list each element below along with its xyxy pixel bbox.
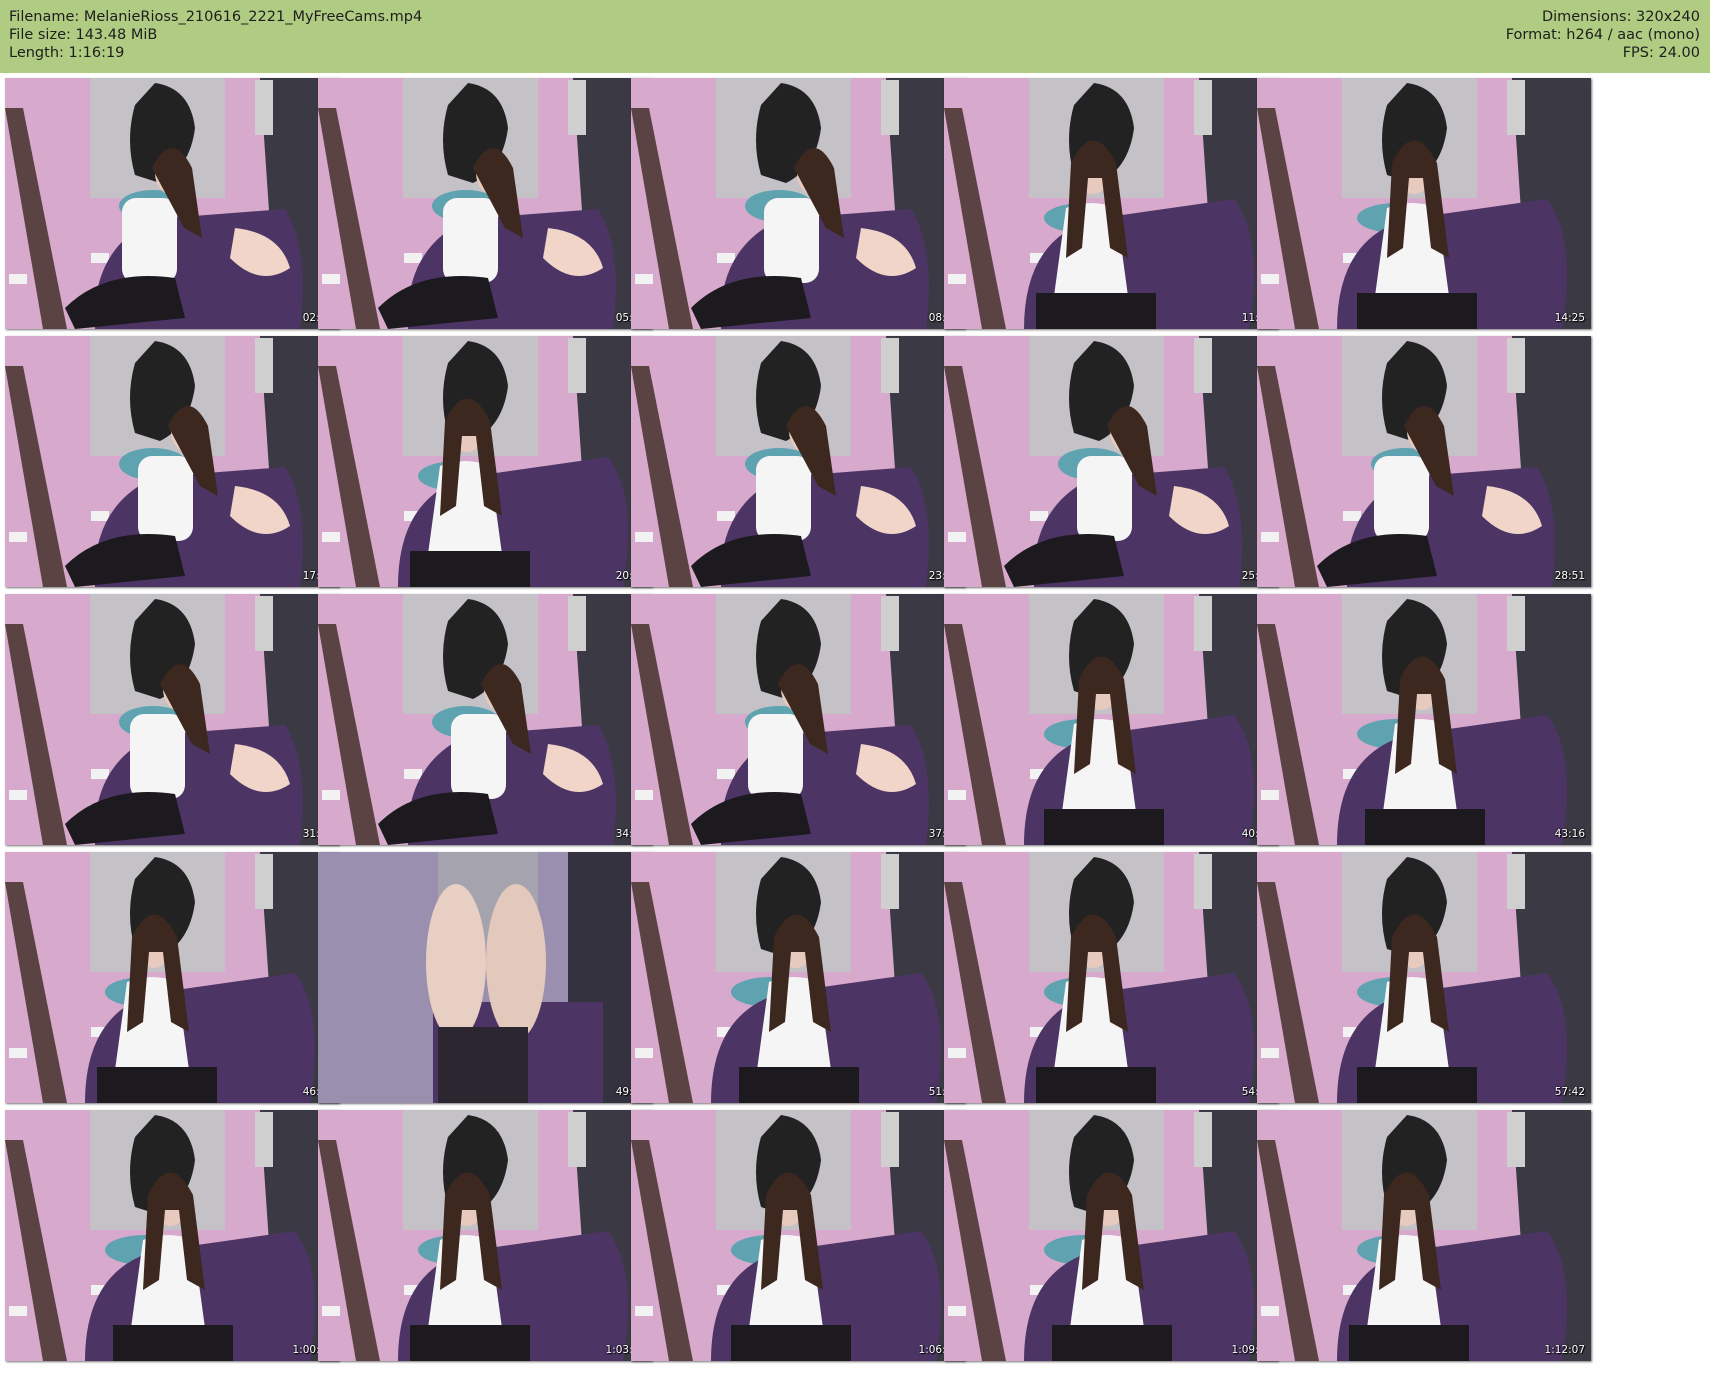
video-thumbnail: 40:23 [944, 594, 1278, 845]
timestamp-label: 43:16 [1554, 828, 1585, 840]
frame-image [318, 852, 652, 1103]
frame-image [631, 78, 965, 329]
video-thumbnail: 08:39 [631, 78, 965, 329]
video-thumbnail: 1:12:07 [1257, 1110, 1591, 1361]
video-thumbnail: 46:09 [5, 852, 339, 1103]
video-thumbnail: 34:37 [318, 594, 652, 845]
video-thumbnail: 05:46 [318, 78, 652, 329]
video-thumbnail: 25:57 [944, 336, 1278, 587]
video-thumbnail: 1:06:21 [631, 1110, 965, 1361]
frame-image [631, 594, 965, 845]
video-thumbnail: 54:48 [944, 852, 1278, 1103]
frame-image [318, 78, 652, 329]
video-thumbnail: 23:04 [631, 336, 965, 587]
frame-image [1257, 1110, 1591, 1361]
frame-image [1257, 594, 1591, 845]
frame-image [1257, 336, 1591, 587]
video-thumbnail: 11:32 [944, 78, 1278, 329]
frame-image [944, 1110, 1278, 1361]
frame-image [1257, 78, 1591, 329]
frame-image [318, 1110, 652, 1361]
timestamp-label: 28:51 [1554, 570, 1585, 582]
frame-image [5, 594, 339, 845]
video-thumbnail: 28:51 [1257, 336, 1591, 587]
timestamp-label: 1:12:07 [1544, 1344, 1585, 1356]
video-thumbnail: 20:11 [318, 336, 652, 587]
video-thumbnail: 37:30 [631, 594, 965, 845]
frame-image [5, 78, 339, 329]
frame-image [5, 1110, 339, 1361]
timestamp-label: 57:42 [1554, 1086, 1585, 1098]
video-thumbnail: 1:09:14 [944, 1110, 1278, 1361]
frame-image [631, 1110, 965, 1361]
frame-image [944, 336, 1278, 587]
video-thumbnail: 43:16 [1257, 594, 1591, 845]
frame-image [318, 594, 652, 845]
timestamp-label: 14:25 [1554, 312, 1585, 324]
frame-image [318, 336, 652, 587]
video-thumbnail: 49:02 [318, 852, 652, 1103]
frame-image [944, 594, 1278, 845]
video-thumbnail: 1:00:35 [5, 1110, 339, 1361]
frame-image [631, 852, 965, 1103]
video-thumbnail: 1:03:28 [318, 1110, 652, 1361]
frame-image [5, 852, 339, 1103]
thumbnail-grid: 02:5305:4608:3911:32 14:25 17:1820:1123:04… [0, 0, 1710, 1373]
video-thumbnail: 57:42 [1257, 852, 1591, 1103]
frame-image [631, 336, 965, 587]
frame-image [944, 78, 1278, 329]
frame-image [1257, 852, 1591, 1103]
video-thumbnail: 17:18 [5, 336, 339, 587]
video-thumbnail: 51:55 [631, 852, 965, 1103]
video-thumbnail: 31:44 [5, 594, 339, 845]
video-thumbnail: 02:53 [5, 78, 339, 329]
video-thumbnail: 14:25 [1257, 78, 1591, 329]
frame-image [5, 336, 339, 587]
frame-image [944, 852, 1278, 1103]
